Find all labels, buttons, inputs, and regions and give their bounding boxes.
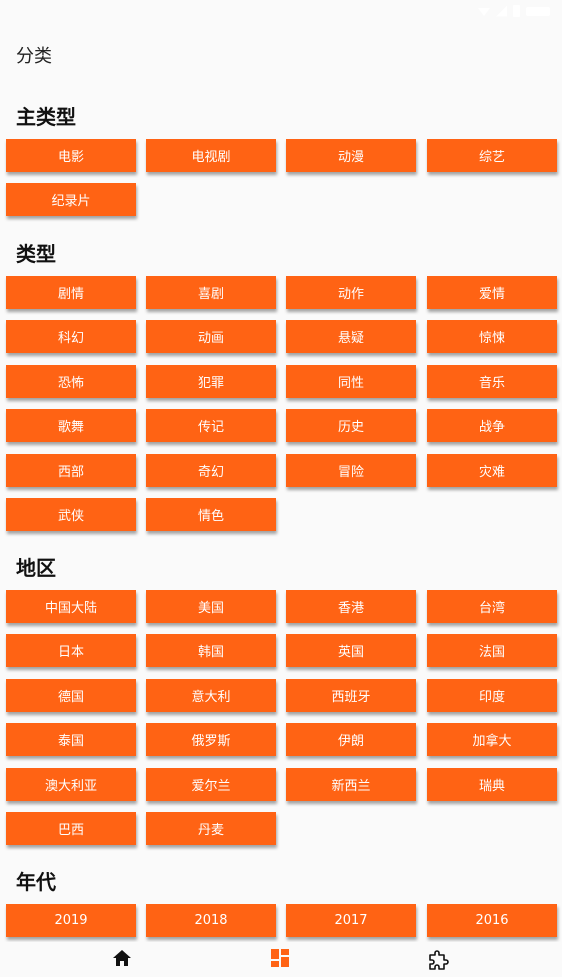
tag-button[interactable]: 歌舞 <box>6 409 136 442</box>
tag-button[interactable]: 科幻 <box>6 320 136 353</box>
tag-button[interactable]: 综艺 <box>427 139 557 172</box>
tag-button[interactable]: 巴西 <box>6 812 136 845</box>
tag-button[interactable]: 爱情 <box>427 276 557 309</box>
nav-plugins[interactable] <box>418 948 458 976</box>
section-title: 地区 <box>16 556 56 580</box>
tag-button[interactable]: 泰国 <box>6 723 136 756</box>
home-icon <box>113 950 131 966</box>
tag-button[interactable]: 韩国 <box>146 634 276 667</box>
status-bar <box>0 0 562 24</box>
tag-button[interactable]: 同性 <box>286 365 416 398</box>
tag-button[interactable]: 瑞典 <box>427 768 557 801</box>
tag-button[interactable]: 悬疑 <box>286 320 416 353</box>
tag-button[interactable]: 2019 <box>6 904 136 937</box>
tag-button[interactable]: 西部 <box>6 454 136 487</box>
tag-button[interactable]: 动画 <box>146 320 276 353</box>
wifi-icon <box>478 8 490 16</box>
tag-button[interactable]: 美国 <box>146 590 276 623</box>
tag-button[interactable]: 意大利 <box>146 679 276 712</box>
tag-button[interactable]: 中国大陆 <box>6 590 136 623</box>
tag-button[interactable]: 2016 <box>427 904 557 937</box>
tag-button[interactable]: 法国 <box>427 634 557 667</box>
tag-button[interactable]: 电影 <box>6 139 136 172</box>
nav-category[interactable] <box>260 948 300 976</box>
tag-button[interactable]: 犯罪 <box>146 365 276 398</box>
section-title: 主类型 <box>16 105 76 129</box>
tag-button[interactable]: 俄罗斯 <box>146 723 276 756</box>
puzzle-icon <box>429 950 449 970</box>
category-grid-icon <box>271 949 289 967</box>
tag-button[interactable]: 2018 <box>146 904 276 937</box>
section-title: 年代 <box>16 870 56 894</box>
tag-button[interactable]: 伊朗 <box>286 723 416 756</box>
page-title: 分类 <box>16 46 52 67</box>
tag-button[interactable]: 喜剧 <box>146 276 276 309</box>
tag-button[interactable]: 惊悚 <box>427 320 557 353</box>
tag-button[interactable]: 西班牙 <box>286 679 416 712</box>
tag-button[interactable]: 英国 <box>286 634 416 667</box>
tag-button[interactable]: 2017 <box>286 904 416 937</box>
nav-home[interactable] <box>102 948 142 976</box>
tag-button[interactable]: 日本 <box>6 634 136 667</box>
tag-button[interactable]: 奇幻 <box>146 454 276 487</box>
tag-button[interactable]: 纪录片 <box>6 183 136 216</box>
tag-button[interactable]: 电视剧 <box>146 139 276 172</box>
tag-button[interactable]: 音乐 <box>427 365 557 398</box>
tag-button[interactable]: 爱尔兰 <box>146 768 276 801</box>
tag-button[interactable]: 战争 <box>427 409 557 442</box>
tag-button[interactable]: 动作 <box>286 276 416 309</box>
tag-button[interactable]: 历史 <box>286 409 416 442</box>
tag-button[interactable]: 澳大利亚 <box>6 768 136 801</box>
tag-button[interactable]: 动漫 <box>286 139 416 172</box>
tag-button[interactable]: 冒险 <box>286 454 416 487</box>
tag-button[interactable]: 印度 <box>427 679 557 712</box>
tag-button[interactable]: 武侠 <box>6 498 136 531</box>
tag-button[interactable]: 传记 <box>146 409 276 442</box>
clock-indicator <box>526 6 550 16</box>
tag-button[interactable]: 剧情 <box>6 276 136 309</box>
tag-button[interactable]: 德国 <box>6 679 136 712</box>
tag-button[interactable]: 台湾 <box>427 590 557 623</box>
section-title: 类型 <box>16 242 56 266</box>
tag-button[interactable]: 香港 <box>286 590 416 623</box>
bottom-nav <box>0 942 562 977</box>
tag-button[interactable]: 恐怖 <box>6 365 136 398</box>
tag-button[interactable]: 灾难 <box>427 454 557 487</box>
tag-button[interactable]: 加拿大 <box>427 723 557 756</box>
battery-icon <box>513 5 520 17</box>
tag-button[interactable]: 情色 <box>146 498 276 531</box>
signal-icon <box>496 5 507 17</box>
tag-button[interactable]: 新西兰 <box>286 768 416 801</box>
tag-button[interactable]: 丹麦 <box>146 812 276 845</box>
